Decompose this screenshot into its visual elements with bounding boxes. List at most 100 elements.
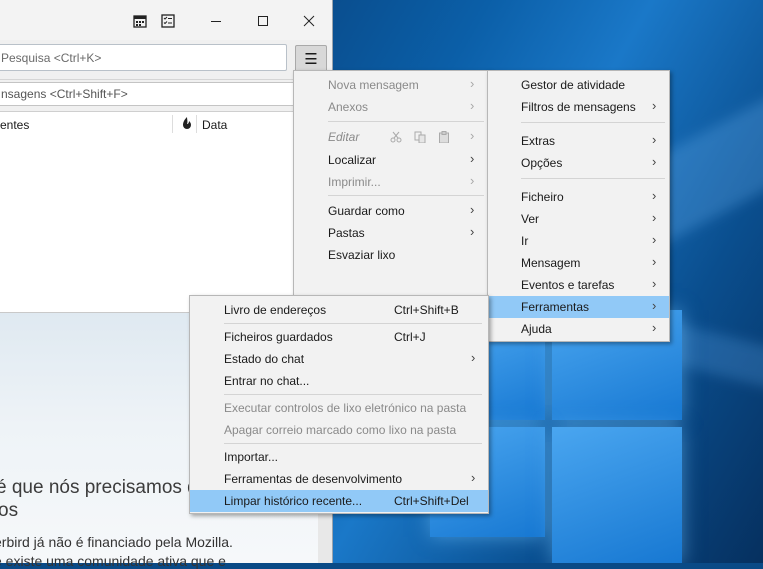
menu-item-message[interactable]: Mensagem › <box>488 252 669 274</box>
menu-item-run-junk-controls[interactable]: Executar controlos de lixo eletrónico na… <box>190 397 488 419</box>
menu-item-save-as[interactable]: Guardar como › <box>294 200 489 222</box>
chevron-right-icon: › <box>652 320 657 335</box>
menu-separator <box>224 394 482 395</box>
start-page-text: erbird já não é financiado pela Mozilla. <box>0 534 233 550</box>
chevron-right-icon: › <box>652 154 657 169</box>
menu-item-edit[interactable]: Editar › <box>294 126 489 148</box>
menu-item-go[interactable]: Ir › <box>488 230 669 252</box>
menu-item-label: Ver <box>521 212 540 226</box>
menu-item-find[interactable]: Localizar › <box>294 149 489 171</box>
menu-item-new-message[interactable]: Nova mensagem › <box>294 74 489 96</box>
chevron-right-icon: › <box>470 98 475 113</box>
menu-item-label: Anexos <box>328 100 369 114</box>
chevron-right-icon: › <box>470 128 475 143</box>
menu-item-help[interactable]: Ajuda › <box>488 318 669 340</box>
menu-item-address-book[interactable]: Livro de endereços Ctrl+Shift+B <box>190 299 488 321</box>
menu-item-label: Eventos e tarefas <box>521 278 615 292</box>
menu-item-label: Ferramentas de desenvolvimento <box>224 472 403 486</box>
menu-item-activity-manager[interactable]: Gestor de atividade <box>488 74 669 96</box>
message-list[interactable] <box>0 136 332 313</box>
column-date[interactable]: Data <box>202 118 227 132</box>
column-correspondents[interactable]: entes <box>0 118 29 132</box>
menu-separator <box>224 443 482 444</box>
menu-item-label: Executar controlos de lixo eletrónico na… <box>224 401 467 415</box>
menu-item-join-chat[interactable]: Entrar no chat... <box>190 370 488 392</box>
menu-item-label: Ferramentas <box>521 300 590 314</box>
menu-item-saved-files[interactable]: Ficheiros guardados Ctrl+J <box>190 326 488 348</box>
chevron-right-icon: › <box>470 224 475 239</box>
filter-placeholder: nsagens <Ctrl+Shift+F> <box>1 87 128 101</box>
quick-filter-input[interactable]: nsagens <Ctrl+Shift+F> <box>0 82 295 106</box>
windows-logo-pane <box>552 427 682 563</box>
menu-item-label: Opções <box>521 156 563 170</box>
thread-status-icon[interactable] <box>182 117 192 132</box>
menu-item-label: Livro de endereços <box>224 303 327 317</box>
menu-item-view[interactable]: Ver › <box>488 208 669 230</box>
chevron-right-icon: › <box>471 350 476 365</box>
menu-item-label: Esvaziar lixo <box>328 248 396 262</box>
menu-item-developer-tools[interactable]: Ferramentas de desenvolvimento › <box>190 468 488 490</box>
chevron-right-icon: › <box>652 98 657 113</box>
menu-item-print[interactable]: Imprimir... › <box>294 171 489 193</box>
chevron-right-icon: › <box>652 254 657 269</box>
chevron-right-icon: › <box>652 210 657 225</box>
message-list-header: entes Data <box>0 111 332 137</box>
menu-item-delete-junk[interactable]: Apagar correio marcado como lixo na past… <box>190 419 488 441</box>
title-bar <box>0 0 332 40</box>
start-page-heading: é que nós precisamos d <box>0 477 198 498</box>
menu-separator <box>521 178 665 179</box>
menu-item-empty-trash[interactable]: Esvaziar lixo <box>294 244 489 266</box>
menu-item-label: Pastas <box>328 226 365 240</box>
calendar-icon[interactable] <box>130 11 150 31</box>
menu-item-label: Ficheiro <box>521 190 564 204</box>
cut-icon[interactable] <box>390 131 402 143</box>
menu-item-shortcut: Ctrl+Shift+Del <box>394 494 469 508</box>
menu-item-label: Nova mensagem <box>328 78 419 92</box>
tasks-icon[interactable] <box>158 11 178 31</box>
column-divider[interactable] <box>172 115 173 133</box>
menu-separator <box>328 195 484 196</box>
menu-item-chat-status[interactable]: Estado do chat › <box>190 348 488 370</box>
menu-item-events-tasks[interactable]: Eventos e tarefas › <box>488 274 669 296</box>
menu-item-label: Guardar como <box>328 204 405 218</box>
hamburger-menu-icon: ☰ <box>304 51 318 68</box>
hamburger-menu-button[interactable]: ☰ <box>295 45 327 73</box>
menu-item-tools[interactable]: Ferramentas › <box>488 296 669 318</box>
maximize-icon[interactable] <box>253 11 273 31</box>
search-input[interactable]: Pesquisa <Ctrl+K> <box>0 44 287 71</box>
menu-item-label: Gestor de atividade <box>521 78 626 92</box>
search-placeholder: Pesquisa <Ctrl+K> <box>1 51 102 65</box>
menu-item-attachments[interactable]: Anexos › <box>294 96 489 118</box>
start-page-heading-line2: os <box>0 500 19 521</box>
copy-icon[interactable] <box>414 131 426 144</box>
menu-item-addons[interactable]: Extras › <box>488 130 669 152</box>
menu-item-message-filters[interactable]: Filtros de mensagens › <box>488 96 669 118</box>
app-menu-secondary-panel: Gestor de atividade Filtros de mensagens… <box>487 70 670 342</box>
column-divider[interactable] <box>196 115 197 133</box>
menu-item-label: Localizar <box>328 153 377 167</box>
chevron-right-icon: › <box>471 470 476 485</box>
chevron-right-icon: › <box>470 76 475 91</box>
menu-item-label: Estado do chat <box>224 352 305 366</box>
menu-item-label: Apagar correio marcado como lixo na past… <box>224 423 457 437</box>
chevron-right-icon: › <box>470 173 475 188</box>
chevron-right-icon: › <box>652 188 657 203</box>
close-icon[interactable] <box>299 11 319 31</box>
menu-item-shortcut: Ctrl+J <box>394 330 426 344</box>
chevron-right-icon: › <box>652 298 657 313</box>
menu-separator <box>328 121 484 122</box>
menu-item-file[interactable]: Ficheiro › <box>488 186 669 208</box>
menu-item-clear-recent-history[interactable]: Limpar histórico recente... Ctrl+Shift+D… <box>190 490 488 512</box>
menu-item-folders[interactable]: Pastas › <box>294 222 489 244</box>
menu-separator <box>224 323 482 324</box>
menu-item-label: Ir <box>521 234 529 248</box>
menu-item-import[interactable]: Importar... <box>190 446 488 468</box>
menu-item-label: Entrar no chat... <box>224 374 310 388</box>
start-page-text-line2: e existe uma comunidade ativa que e <box>0 553 226 569</box>
menu-item-label: Filtros de mensagens <box>521 100 636 114</box>
menu-item-shortcut: Ctrl+Shift+B <box>394 303 459 317</box>
menu-item-label: Ajuda <box>521 322 552 336</box>
minimize-icon[interactable] <box>206 11 226 31</box>
paste-icon[interactable] <box>438 131 450 144</box>
menu-item-options[interactable]: Opções › <box>488 152 669 174</box>
